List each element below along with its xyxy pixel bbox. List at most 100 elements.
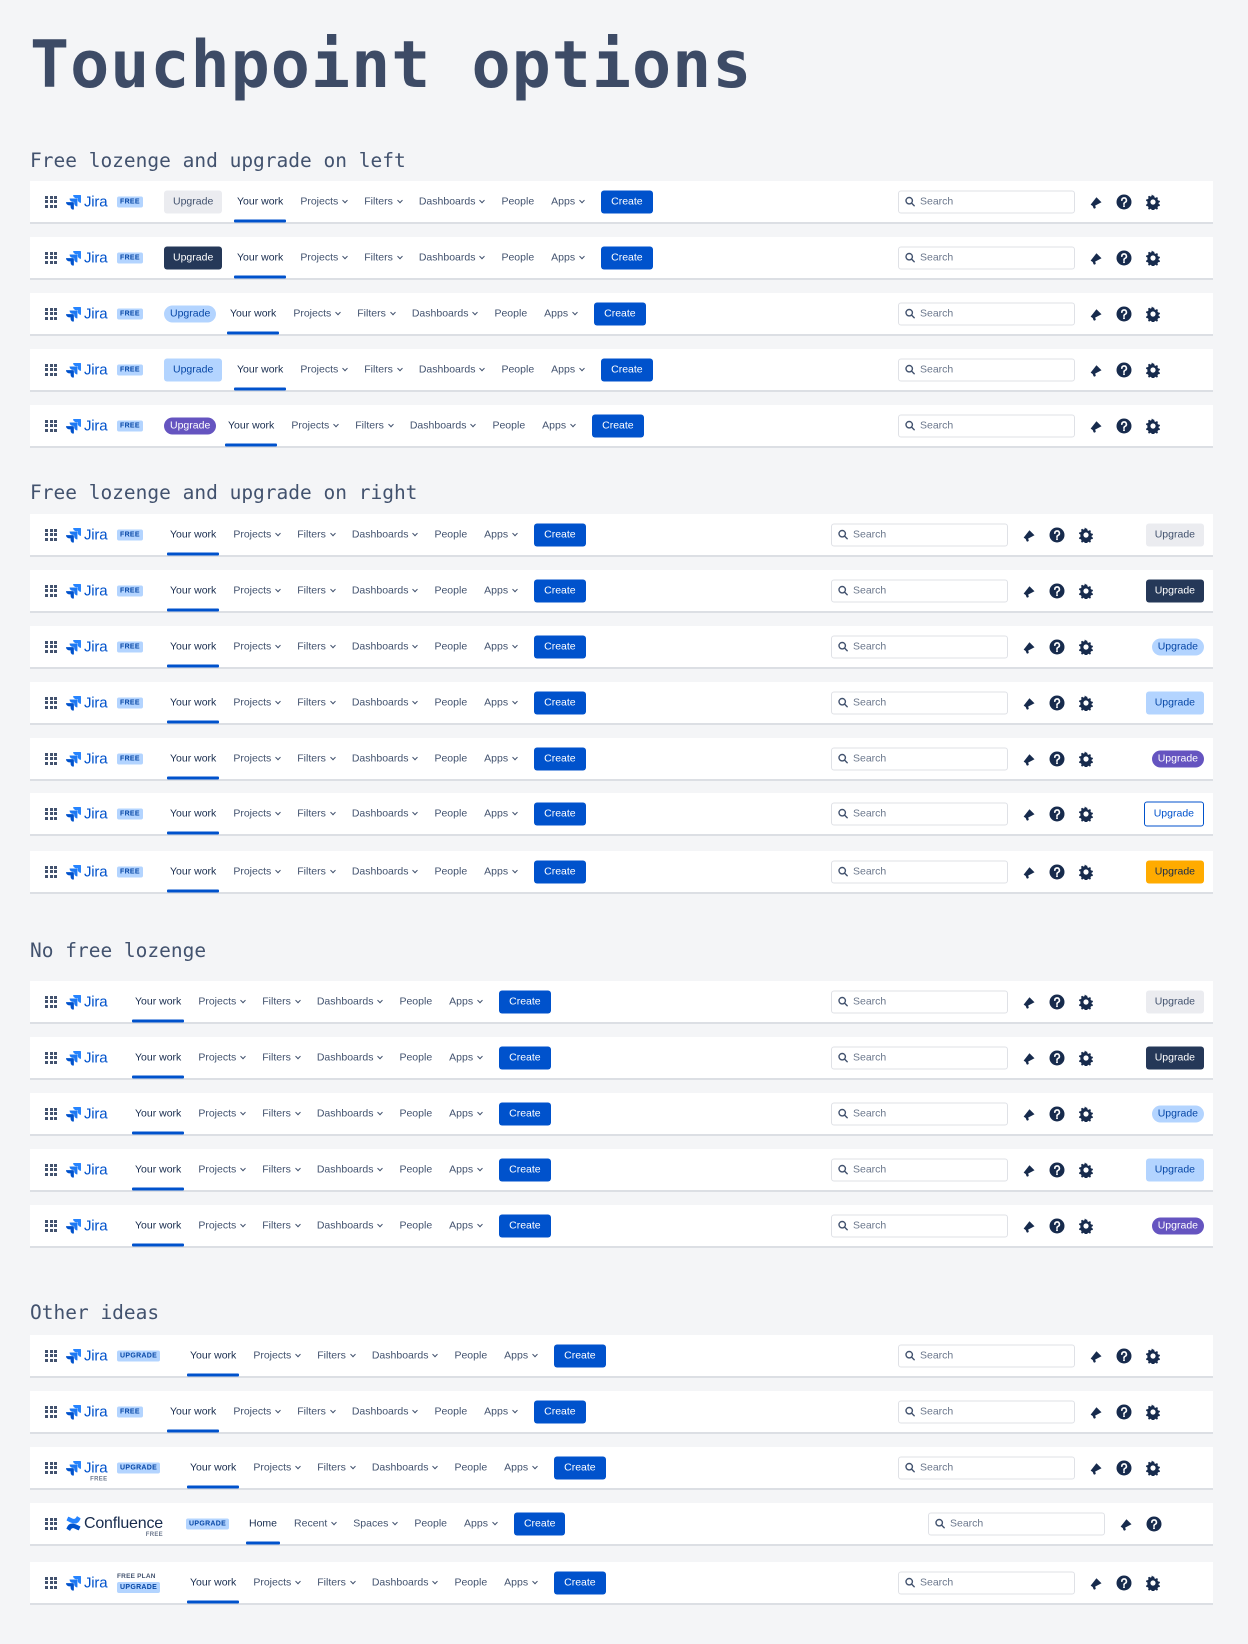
jira-logo[interactable]: Jira [66, 694, 108, 711]
nav-item-projects[interactable]: Projects [233, 626, 282, 667]
nav-item-filters[interactable]: Filters [297, 514, 336, 555]
nav-item-filters[interactable]: Filters [297, 738, 336, 779]
app-switcher-icon[interactable] [45, 195, 57, 208]
search-input[interactable]: Search [928, 1512, 1105, 1535]
create-button[interactable]: Create [601, 190, 653, 213]
create-button[interactable]: Create [499, 1102, 551, 1125]
create-button[interactable]: Create [534, 691, 586, 714]
help-icon[interactable] [1116, 1348, 1132, 1364]
nav-item-filters[interactable]: Filters [297, 570, 336, 611]
help-icon[interactable] [1116, 306, 1132, 322]
nav-item-projects[interactable]: Projects [233, 514, 282, 555]
jira-logo[interactable]: Jira [66, 1574, 108, 1591]
nav-item-projects[interactable]: Projects [291, 405, 340, 446]
nav-item-projects[interactable]: Projects [233, 682, 282, 723]
nav-item-apps[interactable]: Apps [504, 1562, 538, 1603]
search-input[interactable]: Search [898, 414, 1075, 437]
nav-item-filters[interactable]: Filters [297, 851, 336, 892]
create-button[interactable]: Create [534, 635, 586, 658]
nav-item-apps[interactable]: Apps [504, 1447, 538, 1488]
nav-item-people[interactable]: People [399, 1037, 432, 1078]
nav-item-dashboards[interactable]: Dashboards [372, 1562, 439, 1603]
search-input[interactable]: Search [831, 1102, 1008, 1125]
search-input[interactable]: Search [831, 691, 1008, 714]
create-button[interactable]: Create [601, 358, 653, 381]
nav-item-projects[interactable]: Projects [300, 349, 349, 390]
nav-item-your-work[interactable]: Your work [186, 1447, 240, 1488]
nav-item-apps[interactable]: Apps [484, 851, 518, 892]
search-input[interactable]: Search [898, 302, 1075, 325]
app-switcher-icon[interactable] [45, 1163, 57, 1176]
nav-item-filters[interactable]: Filters [262, 1149, 301, 1190]
megaphone-icon[interactable] [1087, 1348, 1103, 1364]
nav-item-your-work[interactable]: Your work [131, 1205, 185, 1246]
upgrade-button[interactable]: Upgrade [164, 358, 223, 381]
nav-item-your-work[interactable]: Your work [131, 1037, 185, 1078]
upgrade-button[interactable]: Upgrade [1145, 1158, 1204, 1181]
nav-item-projects[interactable]: Projects [293, 293, 342, 334]
gear-icon[interactable] [1078, 750, 1094, 767]
upgrade-button[interactable]: Upgrade [1145, 860, 1204, 883]
help-icon[interactable] [1049, 1106, 1065, 1122]
app-switcher-icon[interactable] [45, 995, 57, 1008]
app-switcher-icon[interactable] [45, 865, 57, 878]
nav-item-spaces[interactable]: Spaces [353, 1503, 399, 1544]
help-icon[interactable] [1116, 418, 1132, 434]
create-button[interactable]: Create [499, 1214, 551, 1237]
gear-icon[interactable] [1078, 1161, 1094, 1178]
nav-item-dashboards[interactable]: Dashboards [317, 1093, 384, 1134]
jira-logo[interactable]: Jira [66, 993, 108, 1010]
nav-item-apps[interactable]: Apps [449, 1205, 483, 1246]
jira-logo[interactable]: Jira [66, 526, 108, 543]
upgrade-button[interactable]: Upgrade [164, 417, 217, 434]
nav-item-people[interactable]: People [399, 981, 432, 1022]
nav-item-home[interactable]: Home [245, 1503, 281, 1544]
nav-item-filters[interactable]: Filters [357, 293, 396, 334]
jira-logo[interactable]: Jira [66, 361, 108, 378]
help-icon[interactable] [1049, 994, 1065, 1010]
search-input[interactable]: Search [831, 1046, 1008, 1069]
nav-item-people[interactable]: People [492, 405, 525, 446]
nav-item-dashboards[interactable]: Dashboards [372, 1447, 439, 1488]
nav-item-apps[interactable]: Apps [464, 1503, 498, 1544]
app-switcher-icon[interactable] [45, 307, 57, 320]
help-icon[interactable] [1116, 194, 1132, 210]
nav-item-projects[interactable]: Projects [198, 1093, 247, 1134]
nav-item-your-work[interactable]: Your work [131, 1093, 185, 1134]
nav-item-projects[interactable]: Projects [198, 1037, 247, 1078]
gear-icon[interactable] [1145, 193, 1161, 210]
jira-logo[interactable]: Jira [66, 1105, 108, 1122]
upgrade-button[interactable]: Upgrade [1143, 801, 1204, 826]
app-switcher-icon[interactable] [45, 363, 57, 376]
gear-icon[interactable] [1078, 1217, 1094, 1234]
gear-icon[interactable] [1145, 417, 1161, 434]
nav-item-filters[interactable]: Filters [364, 237, 403, 278]
gear-icon[interactable] [1078, 638, 1094, 655]
nav-item-apps[interactable]: Apps [449, 1149, 483, 1190]
nav-item-people[interactable]: People [434, 626, 467, 667]
nav-item-apps[interactable]: Apps [484, 570, 518, 611]
nav-item-people[interactable]: People [454, 1447, 487, 1488]
help-icon[interactable] [1146, 1516, 1162, 1532]
nav-item-apps[interactable]: Apps [504, 1335, 538, 1376]
search-input[interactable]: Search [898, 1571, 1075, 1594]
nav-item-apps[interactable]: Apps [449, 981, 483, 1022]
create-button[interactable]: Create [499, 990, 551, 1013]
search-input[interactable]: Search [831, 802, 1008, 825]
upgrade-button[interactable]: Upgrade [1145, 1046, 1204, 1069]
megaphone-icon[interactable] [1020, 1050, 1036, 1066]
create-button[interactable]: Create [534, 579, 586, 602]
nav-item-your-work[interactable]: Your work [233, 349, 287, 390]
help-icon[interactable] [1049, 583, 1065, 599]
upgrade-lozenge[interactable]: UPGRADE [117, 1350, 161, 1361]
create-button[interactable]: Create [594, 302, 646, 325]
nav-item-people[interactable]: People [434, 793, 467, 834]
help-icon[interactable] [1049, 751, 1065, 767]
nav-item-dashboards[interactable]: Dashboards [352, 738, 419, 779]
megaphone-icon[interactable] [1020, 695, 1036, 711]
nav-item-people[interactable]: People [434, 570, 467, 611]
nav-item-filters[interactable]: Filters [317, 1335, 356, 1376]
app-switcher-icon[interactable] [45, 640, 57, 653]
app-switcher-icon[interactable] [45, 251, 57, 264]
nav-item-dashboards[interactable]: Dashboards [419, 181, 486, 222]
